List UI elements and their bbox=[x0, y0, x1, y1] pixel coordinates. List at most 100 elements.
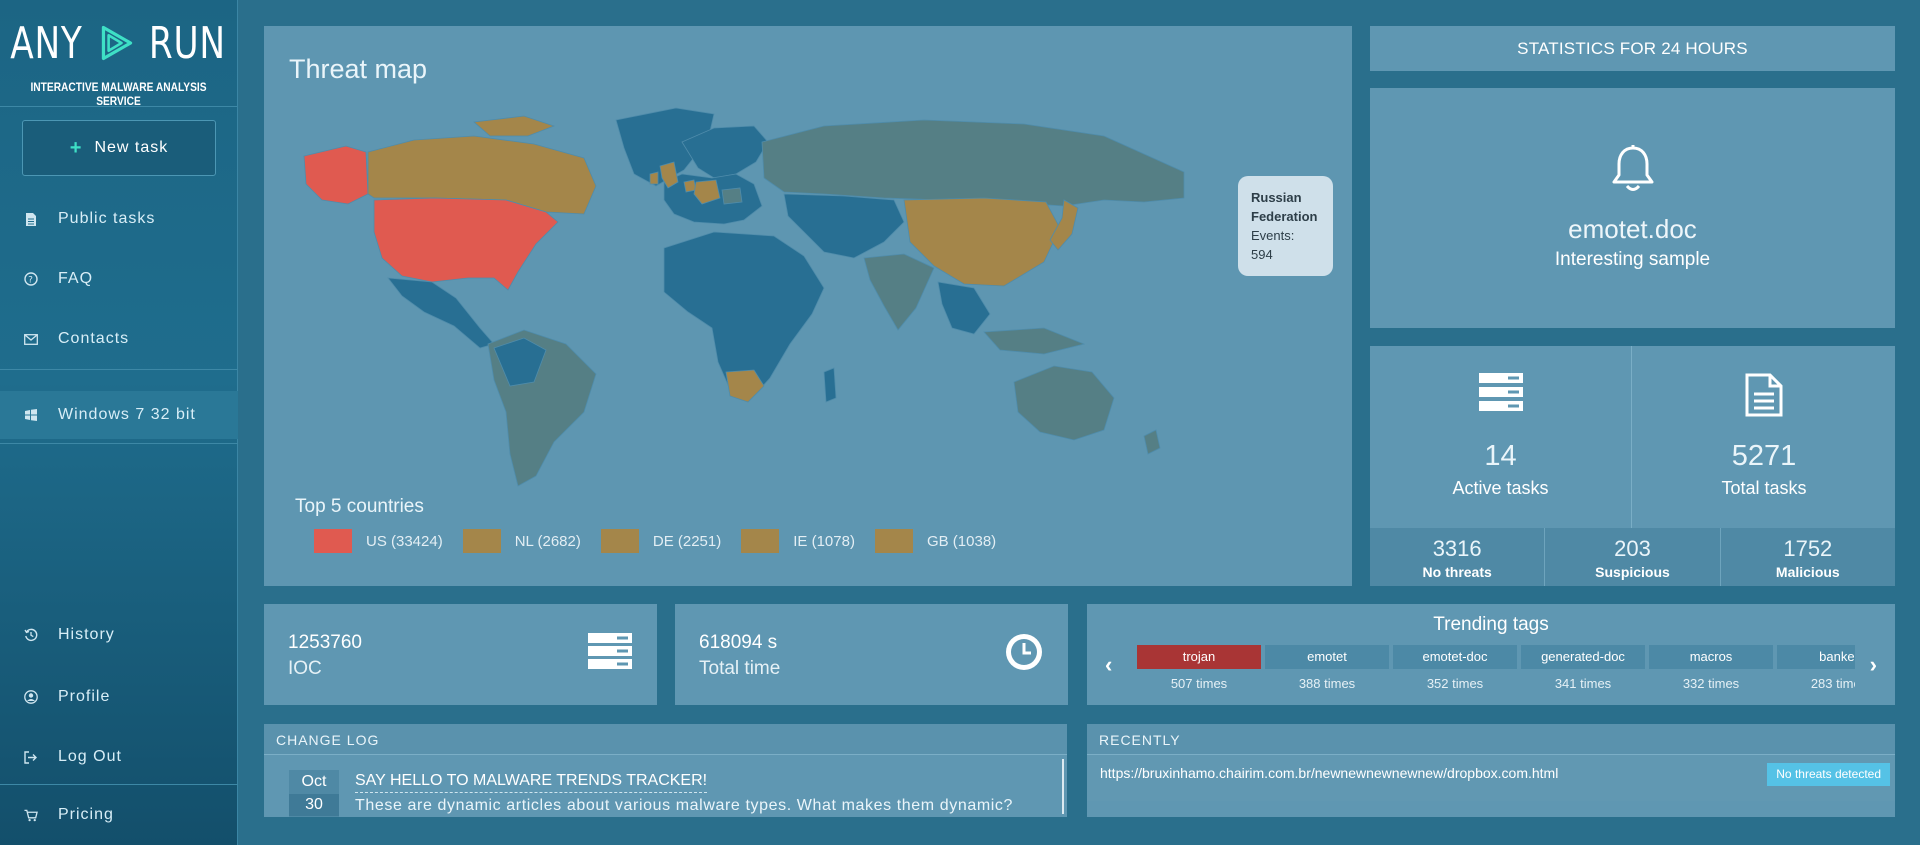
changelog-day: 30 bbox=[289, 794, 339, 816]
sidebar-divider bbox=[0, 784, 238, 785]
legend-swatch bbox=[741, 529, 780, 553]
document-icon bbox=[24, 211, 38, 227]
suspicious-label: Suspicious bbox=[1595, 564, 1670, 580]
interesting-sample-name[interactable]: emotet.doc bbox=[1370, 214, 1895, 245]
sidebar-item-label: FAQ bbox=[58, 270, 94, 287]
tag-emotet[interactable]: emotet 388 times bbox=[1265, 645, 1389, 691]
no-threats-value: 3316 bbox=[1432, 536, 1482, 561]
os-selector[interactable]: Windows 7 32 bit bbox=[0, 391, 238, 439]
trending-tags-panel: Trending tags ‹ › trojan 507 times emote… bbox=[1087, 604, 1895, 705]
tag-count: 507 times bbox=[1170, 676, 1228, 691]
legend-swatch bbox=[874, 529, 913, 553]
threat-map-panel: Threat map Russian Federation Events: 59… bbox=[264, 26, 1352, 586]
sidebar-item-history[interactable]: History bbox=[0, 611, 238, 659]
tooltip-country-line2: Federation bbox=[1251, 209, 1318, 224]
legend-swatch bbox=[314, 529, 352, 553]
tag-emotet-doc[interactable]: emotet-doc 352 times bbox=[1393, 645, 1517, 691]
top5-title: Top 5 countries bbox=[295, 496, 424, 517]
server-icon bbox=[1478, 373, 1523, 411]
legend-item-nl: NL (2682) bbox=[462, 529, 581, 553]
sidebar-item-contacts[interactable]: Contacts bbox=[0, 315, 238, 363]
cart-icon bbox=[24, 807, 38, 823]
ioc-label: IOC bbox=[288, 658, 322, 679]
changelog-article-link[interactable]: SAY HELLO TO MALWARE TRENDS TRACKER! bbox=[355, 772, 708, 793]
total-time-label: Total time bbox=[699, 658, 781, 679]
tasks-stats-panel: 14 Active tasks 5271 Total tasks 3316 No… bbox=[1370, 346, 1895, 586]
sidebar-item-logout[interactable]: Log Out bbox=[0, 733, 238, 781]
ioc-value: 1253760 bbox=[288, 632, 362, 653]
changelog-article-text: These are dynamic articles about various… bbox=[355, 797, 1014, 814]
world-map[interactable] bbox=[284, 82, 1344, 522]
chevron-right-icon[interactable]: › bbox=[1870, 652, 1877, 678]
recent-task-url[interactable]: https://bruxinhamo.chairim.com.br/newnew… bbox=[1100, 765, 1558, 781]
logo[interactable]: ANY RUN INTERACTIVE MALWARE ANALYSIS SER… bbox=[0, 0, 237, 108]
logo-subtitle: INTERACTIVE MALWARE ANALYSIS SERVICE bbox=[30, 80, 207, 108]
tag-label: emotet-doc bbox=[1393, 645, 1517, 669]
changelog-scrollbar[interactable] bbox=[1062, 759, 1064, 814]
windows-icon bbox=[24, 407, 38, 423]
malicious-label: Malicious bbox=[1775, 564, 1840, 580]
no-threats-label: No threats bbox=[1422, 564, 1492, 580]
active-tasks-label: Active tasks bbox=[1452, 478, 1549, 498]
history-icon bbox=[24, 627, 38, 643]
legend-label: US (33424) bbox=[366, 532, 443, 550]
legend-label: NL (2682) bbox=[514, 532, 581, 550]
changelog-month: Oct bbox=[301, 773, 327, 790]
play-logo-icon bbox=[101, 25, 133, 61]
legend-item-ie: IE (1078) bbox=[741, 529, 855, 553]
verdict-badge: No threats detected bbox=[1767, 763, 1890, 786]
sidebar-item-label: Pricing bbox=[58, 806, 114, 823]
legend-swatch bbox=[462, 529, 501, 553]
tag-macros[interactable]: macros 332 times bbox=[1649, 645, 1773, 691]
total-time-counter: 618094 s Total time bbox=[675, 604, 1068, 705]
legend-swatch bbox=[600, 529, 639, 553]
logo-word-any: ANY bbox=[10, 17, 83, 69]
tag-count: 388 times bbox=[1298, 676, 1356, 691]
sidebar-item-faq[interactable]: ? FAQ bbox=[0, 255, 238, 303]
clock-icon bbox=[1006, 634, 1042, 670]
no-threats-cell[interactable]: 3316 No threats bbox=[1370, 528, 1546, 586]
tag-label: macros bbox=[1649, 645, 1773, 669]
legend-label: DE (2251) bbox=[652, 532, 722, 550]
os-label: Windows 7 32 bit bbox=[58, 406, 196, 423]
tag-label: banker bbox=[1777, 645, 1855, 669]
legend-label: IE (1078) bbox=[793, 532, 855, 550]
stats-header: STATISTICS FOR 24 HOURS bbox=[1370, 26, 1895, 71]
tag-banker[interactable]: banker 283 times bbox=[1777, 645, 1855, 691]
server-icon bbox=[588, 633, 632, 669]
tag-label: emotet bbox=[1265, 645, 1389, 669]
envelope-icon bbox=[24, 331, 38, 347]
trending-title: Trending tags bbox=[1433, 614, 1549, 635]
new-task-label: New task bbox=[94, 139, 169, 156]
sidebar: ANY RUN INTERACTIVE MALWARE ANALYSIS SER… bbox=[0, 0, 238, 845]
trending-tags: trojan 507 times emotet 388 times emotet… bbox=[1137, 645, 1855, 701]
top5-legend: US (33424) NL (2682) DE (2251) IE (1078)… bbox=[314, 529, 1016, 553]
chevron-left-icon[interactable]: ‹ bbox=[1105, 652, 1112, 678]
malicious-cell[interactable]: 1752 Malicious bbox=[1721, 528, 1895, 586]
sidebar-item-public-tasks[interactable]: Public tasks bbox=[0, 195, 238, 243]
legend-item-us: US (33424) bbox=[314, 529, 443, 553]
logo-word-run: RUN bbox=[149, 17, 227, 69]
sidebar-item-pricing[interactable]: Pricing bbox=[0, 791, 238, 839]
threat-map-title: Threat map bbox=[289, 54, 428, 84]
sidebar-item-label: Contacts bbox=[58, 330, 130, 347]
legend-label: GB (1038) bbox=[926, 532, 997, 550]
sidebar-item-label: History bbox=[58, 626, 115, 643]
legend-item-de: DE (2251) bbox=[600, 529, 722, 553]
new-task-button[interactable]: + New task bbox=[22, 120, 216, 176]
sidebar-item-profile[interactable]: Profile bbox=[0, 673, 238, 721]
changelog-panel: CHANGE LOG Oct 30 SAY HELLO TO MALWARE T… bbox=[264, 724, 1067, 817]
suspicious-cell[interactable]: 203 Suspicious bbox=[1545, 528, 1721, 586]
interesting-sample-card[interactable]: emotet.doc Interesting sample bbox=[1370, 88, 1895, 328]
tooltip-events-value: 594 bbox=[1251, 247, 1273, 262]
sidebar-item-label: Profile bbox=[58, 688, 111, 705]
tag-trojan[interactable]: trojan 507 times bbox=[1137, 645, 1261, 691]
tag-count: 341 times bbox=[1554, 676, 1612, 691]
tooltip-events-label: Events: bbox=[1251, 228, 1295, 243]
tooltip-country-line1: Russian bbox=[1251, 190, 1302, 205]
sidebar-divider bbox=[0, 443, 238, 444]
sidebar-item-label: Log Out bbox=[58, 748, 122, 765]
tag-generated-doc[interactable]: generated-doc 341 times bbox=[1521, 645, 1645, 691]
ioc-counter: 1253760 IOC bbox=[264, 604, 657, 705]
changelog-date: Oct 30 bbox=[289, 770, 339, 817]
